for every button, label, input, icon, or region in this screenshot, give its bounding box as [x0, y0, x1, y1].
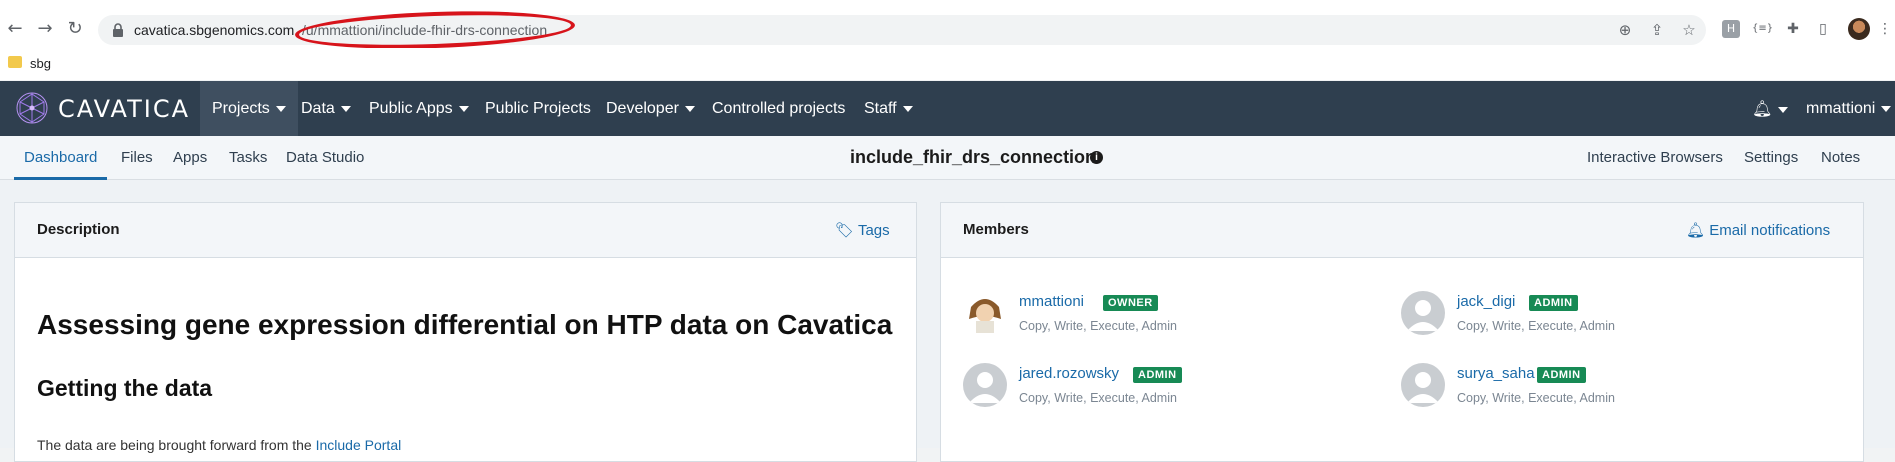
project-title: include_fhir_drs_connection: [850, 147, 1097, 167]
chevron-down-icon: [1881, 105, 1892, 112]
tag-icon: 🏷︎: [835, 221, 855, 239]
puzzle-icon[interactable]: ✚: [1784, 20, 1802, 38]
members-title: Members: [963, 221, 1029, 238]
user-menu[interactable]: mmattioni: [1794, 81, 1895, 136]
share-icon[interactable]: ⇪: [1648, 21, 1666, 39]
profile-avatar[interactable]: [1848, 18, 1870, 40]
nav-public-apps-label: Public Apps: [369, 100, 453, 117]
default-user-icon: [1407, 300, 1439, 331]
tab-dashboard[interactable]: Dashboard: [14, 136, 108, 180]
avatar: [1401, 363, 1445, 407]
member-permissions: Copy, Write, Execute, Admin: [1019, 391, 1177, 405]
role-badge: OWNER: [1103, 295, 1158, 311]
zoom-icon[interactable]: ⊕: [1616, 21, 1634, 39]
chevron-down-icon: [275, 105, 286, 112]
extension-h-icon[interactable]: H: [1722, 20, 1740, 38]
url-host: cavatica.sbgenomics.com: [134, 22, 295, 38]
nav-staff-label: Staff: [864, 100, 897, 117]
folder-icon: [8, 56, 22, 68]
info-icon[interactable]: i: [1090, 151, 1103, 164]
bookmarks-bar: sbg: [0, 48, 1895, 80]
default-user-icon: [1407, 372, 1439, 403]
role-badge: ADMIN: [1133, 367, 1182, 383]
member-name[interactable]: mmattioni: [1019, 293, 1084, 310]
chevron-down-icon: [458, 105, 469, 112]
tab-data-studio[interactable]: Data Studio: [286, 136, 364, 180]
back-icon[interactable]: ←: [4, 18, 26, 40]
description-panel: Description 🏷︎ Tags Assessing gene expre…: [14, 202, 917, 462]
nav-public-projects[interactable]: Public Projects: [473, 81, 603, 136]
side-panel-icon[interactable]: ▯: [1814, 20, 1832, 38]
tab-settings[interactable]: Settings: [1744, 136, 1798, 180]
include-portal-link[interactable]: Include Portal: [316, 437, 402, 453]
tab-interactive-browsers[interactable]: Interactive Browsers: [1587, 136, 1723, 180]
description-header: Description 🏷︎ Tags: [15, 203, 916, 258]
description-paragraph: The data are being brought forward from …: [37, 437, 401, 453]
chevron-down-icon: [684, 105, 695, 112]
avatar: [963, 363, 1007, 407]
description-title: Description: [37, 221, 120, 238]
annotation-circle: [294, 7, 576, 53]
email-notifications-label: Email notifications: [1709, 222, 1831, 239]
nav-public-projects-label: Public Projects: [485, 100, 591, 117]
default-user-icon: [969, 372, 1001, 403]
bell-icon: 🔔︎: [1686, 221, 1706, 239]
nav-controlled-projects-label: Controlled projects: [712, 100, 846, 117]
bookmark-sbg[interactable]: sbg: [30, 56, 51, 71]
forward-icon[interactable]: →: [34, 18, 56, 40]
members-header: Members 🔔︎ Email notifications: [941, 203, 1863, 258]
tags-link[interactable]: 🏷︎ Tags: [835, 221, 890, 239]
tab-tasks[interactable]: Tasks: [229, 136, 267, 180]
bookmark-star-icon[interactable]: ☆: [1680, 21, 1698, 39]
member-permissions: Copy, Write, Execute, Admin: [1457, 391, 1615, 405]
cavatica-logo-icon[interactable]: [14, 90, 50, 126]
nav-developer-label: Developer: [606, 100, 679, 117]
description-subheading: Getting the data: [37, 375, 213, 401]
member-name[interactable]: surya_saha: [1457, 365, 1535, 382]
bell-icon[interactable]: 🔔︎: [1752, 99, 1789, 118]
avatar: [963, 291, 1007, 335]
member-permissions: Copy, Write, Execute, Admin: [1019, 319, 1177, 333]
tab-notes[interactable]: Notes: [1821, 136, 1860, 180]
members-panel: Members 🔔︎ Email notifications mmattioni…: [940, 202, 1864, 462]
description-heading: Assessing gene expression differential o…: [37, 309, 893, 340]
tags-label: Tags: [857, 222, 890, 239]
chevron-down-icon: [340, 105, 351, 112]
nav-staff[interactable]: Staff: [852, 81, 925, 136]
app-navbar: CAVATICA Projects Data Public Apps Publi…: [0, 81, 1895, 136]
reload-icon[interactable]: ↻: [64, 18, 86, 40]
user-name: mmattioni: [1806, 100, 1876, 117]
avatar: [1401, 291, 1445, 335]
nav-projects-label: Projects: [212, 100, 270, 117]
extension-json-icon[interactable]: {≡}: [1752, 20, 1773, 38]
member-name[interactable]: jack_digi: [1457, 293, 1515, 310]
nav-public-apps[interactable]: Public Apps: [357, 81, 481, 136]
cartoon-avatar-icon: [969, 299, 1001, 333]
project-subnav: Dashboard Files Apps Tasks Data Studio i…: [0, 136, 1895, 180]
tab-files[interactable]: Files: [121, 136, 153, 180]
nav-controlled-projects[interactable]: Controlled projects: [700, 81, 857, 136]
member-permissions: Copy, Write, Execute, Admin: [1457, 319, 1615, 333]
nav-data[interactable]: Data: [289, 81, 363, 136]
tab-apps[interactable]: Apps: [173, 136, 207, 180]
dashboard-content: Description 🏷︎ Tags Assessing gene expre…: [0, 180, 1895, 462]
role-badge: ADMIN: [1537, 367, 1586, 383]
chevron-down-icon: [1778, 106, 1789, 113]
chevron-down-icon: [902, 105, 913, 112]
nav-projects[interactable]: Projects: [200, 81, 298, 136]
lock-icon: [113, 23, 123, 37]
menu-dots-icon[interactable]: ⋮: [1876, 20, 1894, 38]
logo-text[interactable]: CAVATICA: [58, 95, 190, 123]
email-notifications-link[interactable]: 🔔︎ Email notifications: [1686, 221, 1830, 239]
nav-developer[interactable]: Developer: [594, 81, 707, 136]
role-badge: ADMIN: [1529, 295, 1578, 311]
nav-data-label: Data: [301, 100, 335, 117]
paragraph-text: The data are being brought forward from …: [37, 437, 316, 453]
member-name[interactable]: jared.rozowsky: [1019, 365, 1119, 382]
